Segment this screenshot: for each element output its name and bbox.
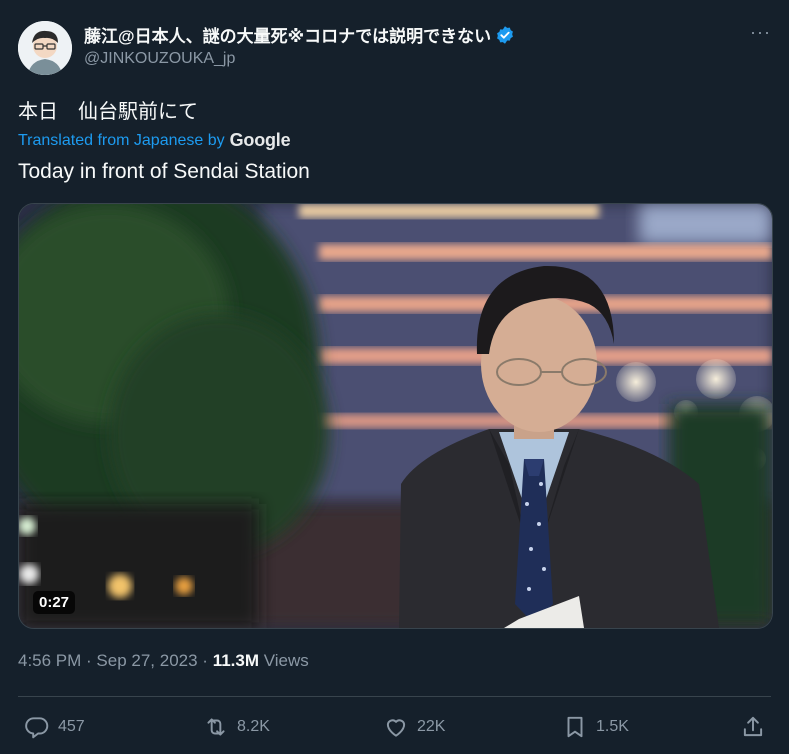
video-player[interactable]: 0:27: [18, 203, 773, 629]
reply-count: 457: [58, 718, 85, 735]
tweet-date[interactable]: Sep 27, 2023: [96, 651, 197, 670]
heart-icon: [386, 719, 406, 737]
views-count: 11.3M: [212, 651, 259, 670]
reply-icon: [25, 717, 49, 739]
display-name-text[interactable]: 藤江@日本人、謎の大量死※コロナでは説明できない: [84, 22, 491, 47]
share-icon: [743, 716, 763, 737]
video-frame: [19, 204, 772, 628]
like-button[interactable]: 22K: [383, 714, 445, 740]
divider: [18, 696, 771, 697]
retweet-count: 8.2K: [237, 718, 270, 735]
retweet-button[interactable]: 8.2K: [203, 714, 270, 740]
video-duration-badge: 0:27: [33, 591, 76, 614]
google-logo: Google: [229, 130, 291, 150]
reply-button[interactable]: 457: [24, 714, 85, 740]
tweet-translated-text: Today in front of Sendai Station: [18, 160, 310, 183]
bookmark-count: 1.5K: [596, 718, 629, 735]
more-options-icon[interactable]: ···: [750, 22, 771, 43]
like-count: 22K: [417, 718, 446, 735]
verified-badge-icon[interactable]: [495, 25, 515, 45]
author-avatar[interactable]: [18, 21, 72, 75]
views-label: Views: [259, 651, 309, 670]
meta-separator: ·: [81, 651, 97, 670]
tweet-meta: 4:56 PM · Sep 27, 2023 · 11.3M Views: [18, 651, 309, 671]
meta-separator: ·: [197, 651, 213, 670]
tweet-time[interactable]: 4:56 PM: [18, 651, 81, 670]
tweet-original-text: 本日 仙台駅前にて: [18, 101, 198, 123]
author-display-name[interactable]: 藤江@日本人、謎の大量死※コロナでは説明できない: [84, 22, 515, 47]
translation-attribution: Translated from Japanese by Google: [18, 130, 291, 151]
action-bar: 457 8.2K 22K 1.5K: [0, 706, 789, 750]
retweet-icon: [207, 718, 225, 736]
author-handle[interactable]: @JINKOUZOUKA_jp: [84, 50, 235, 68]
share-button[interactable]: [740, 714, 766, 740]
avatar-icon: [18, 21, 72, 75]
bookmark-icon: [567, 716, 583, 738]
bookmark-button[interactable]: 1.5K: [562, 714, 629, 740]
translated-from-label[interactable]: Translated from Japanese by: [18, 132, 225, 150]
